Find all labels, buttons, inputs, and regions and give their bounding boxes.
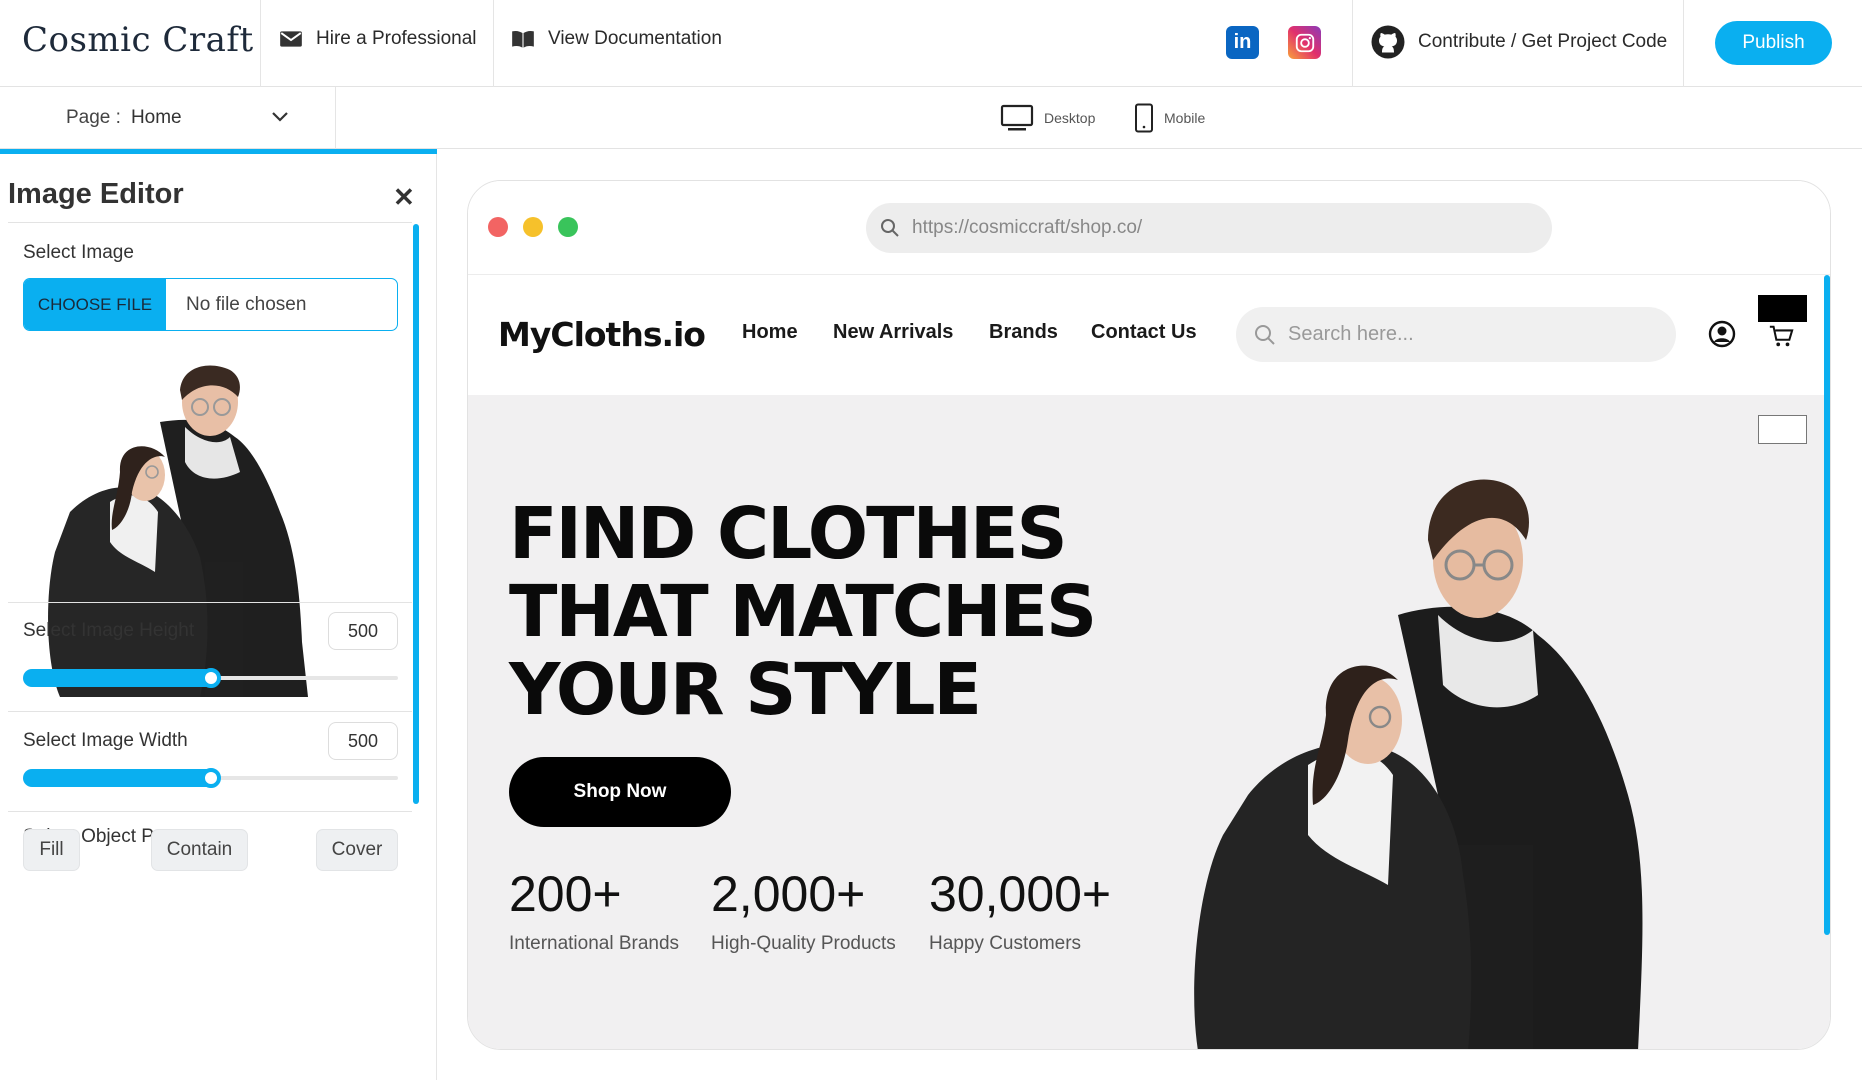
page-selector-value: Home — [130, 107, 182, 128]
mail-icon — [280, 31, 302, 47]
stat-value: 30,000+ — [929, 866, 1112, 922]
stat-customers: 30,000+ Happy Customers — [929, 865, 1111, 955]
hire-professional-button[interactable]: Hire a Professional — [278, 26, 477, 52]
image-height-label: Select Image Height — [23, 620, 195, 641]
divider — [260, 0, 261, 87]
site-search-placeholder: Search here... — [1288, 323, 1414, 345]
object-fill-button[interactable]: Fill — [23, 829, 80, 871]
minimize-dot — [523, 217, 543, 237]
nav-new-arrivals[interactable]: New Arrivals — [833, 321, 953, 344]
maximize-dot — [558, 217, 578, 237]
placeholder-white-box — [1758, 415, 1807, 444]
instagram-glyph-icon — [1295, 33, 1314, 52]
view-documentation-button[interactable]: View Documentation — [510, 26, 722, 52]
hero-section: FIND CLOTHES THAT MATCHES YOUR STYLE Sho… — [468, 395, 1830, 1049]
instagram-icon[interactable] — [1288, 26, 1321, 59]
divider — [493, 0, 494, 87]
choose-file-button[interactable]: CHOOSE FILE — [24, 279, 166, 330]
divider — [8, 811, 412, 812]
contribute-label: Contribute / Get Project Code — [1418, 31, 1668, 52]
image-width-input[interactable]: 500 — [328, 722, 398, 760]
desktop-label: Desktop — [1044, 110, 1096, 126]
file-status: No file chosen — [186, 293, 307, 315]
site-navbar: MyCloths.io Home New Arrivals Brands Con… — [468, 275, 1830, 395]
image-preview — [48, 365, 308, 697]
file-input[interactable]: CHOOSE FILE No file chosen — [23, 278, 398, 331]
github-icon — [1371, 25, 1405, 59]
mobile-label: Mobile — [1164, 110, 1206, 126]
site-search-input[interactable]: Search here... — [1236, 307, 1676, 362]
view-documentation-label: View Documentation — [548, 28, 722, 49]
mobile-icon — [1135, 103, 1153, 133]
chevron-down-icon — [272, 112, 288, 122]
hero-line-3: YOUR STYLE — [509, 648, 982, 731]
image-height-input[interactable]: 500 — [328, 612, 398, 650]
book-icon — [512, 30, 534, 48]
contribute-button[interactable]: Contribute / Get Project Code — [1370, 24, 1667, 60]
stat-label: High-Quality Products — [711, 933, 896, 954]
stat-value: 200+ — [509, 866, 622, 922]
hero-line-2: THAT MATCHES — [509, 570, 1097, 653]
site-logo: MyCloths.io — [498, 315, 706, 354]
page-toolbar: Page : Home Desktop Mobile — [0, 87, 1862, 149]
linkedin-icon[interactable]: in — [1226, 26, 1259, 59]
slider-fill — [23, 669, 215, 687]
page-selector[interactable]: Page : Home — [0, 87, 336, 149]
divider — [8, 711, 412, 712]
hero-heading: FIND CLOTHES THAT MATCHES YOUR STYLE — [509, 495, 1109, 729]
slider-thumb[interactable] — [200, 668, 221, 688]
placeholder-black-box — [1758, 295, 1807, 322]
divider — [1683, 0, 1684, 87]
mobile-view-button[interactable]: Mobile — [1134, 103, 1205, 133]
divider — [1352, 0, 1353, 87]
select-image-label: Select Image — [23, 242, 134, 263]
stat-value: 2,000+ — [711, 866, 866, 922]
browser-preview-frame: https://cosmiccraft/shop.co/ MyCloths.io… — [467, 180, 1831, 1050]
stat-brands: 200+ International Brands — [509, 865, 679, 955]
user-account-icon[interactable] — [1708, 320, 1736, 348]
nav-home[interactable]: Home — [742, 321, 798, 344]
nav-contact-us[interactable]: Contact Us — [1091, 321, 1197, 344]
app-logo: Cosmic Craft — [22, 20, 254, 60]
browser-chrome: https://cosmiccraft/shop.co/ — [468, 181, 1830, 275]
preview-scrollbar[interactable] — [1824, 275, 1830, 935]
desktop-icon — [1000, 104, 1034, 131]
stat-products: 2,000+ High-Quality Products — [711, 865, 896, 955]
stat-label: Happy Customers — [929, 933, 1082, 954]
search-icon — [881, 219, 899, 237]
hero-line-1: FIND CLOTHES — [509, 492, 1068, 575]
search-icon — [1255, 324, 1275, 345]
image-width-label: Select Image Width — [23, 730, 188, 751]
desktop-view-button[interactable]: Desktop — [1000, 103, 1095, 133]
panel-title: Image Editor — [8, 178, 184, 210]
image-editor-panel: Image Editor ✕ Select Image CHOOSE FILE … — [0, 154, 437, 1080]
url-bar[interactable]: https://cosmiccraft/shop.co/ — [866, 203, 1552, 253]
image-width-slider[interactable] — [23, 768, 398, 788]
shopping-cart-icon[interactable] — [1768, 323, 1794, 349]
publish-button[interactable]: Publish — [1715, 21, 1832, 65]
slider-thumb[interactable] — [200, 768, 221, 788]
hire-professional-label: Hire a Professional — [316, 28, 477, 49]
top-toolbar: Cosmic Craft Hire a Professional View Do… — [0, 0, 1862, 87]
divider — [8, 222, 412, 223]
object-contain-button[interactable]: Contain — [151, 829, 248, 871]
image-height-slider[interactable] — [23, 668, 398, 688]
shop-now-button[interactable]: Shop Now — [509, 757, 731, 827]
hero-image — [1194, 479, 1643, 1049]
url-text: https://cosmiccraft/shop.co/ — [912, 217, 1143, 238]
panel-scrollbar[interactable] — [413, 224, 419, 804]
slider-fill — [23, 769, 215, 787]
object-cover-button[interactable]: Cover — [316, 829, 398, 871]
nav-brands[interactable]: Brands — [989, 321, 1058, 344]
page-selector-label: Page : — [66, 107, 121, 128]
close-icon[interactable]: ✕ — [393, 182, 415, 213]
divider — [8, 602, 412, 603]
stat-label: International Brands — [509, 933, 680, 954]
close-dot — [488, 217, 508, 237]
